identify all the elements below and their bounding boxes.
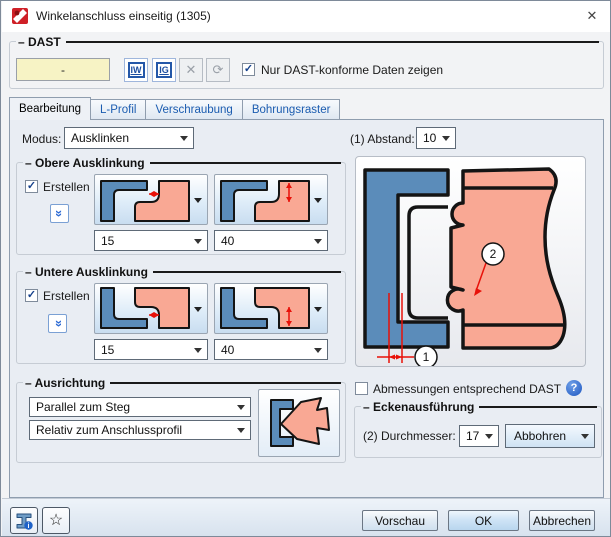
refresh-button[interactable]: ⟳ — [206, 58, 230, 82]
app-icon — [12, 8, 28, 24]
obere-expand-button[interactable]: » — [50, 204, 69, 223]
abbrechen-button[interactable]: Abbrechen — [529, 510, 595, 531]
untere-tiefe-picture-combo[interactable] — [94, 283, 208, 334]
tab-l-profil[interactable]: L-Profil — [91, 99, 147, 120]
abstand-combobox[interactable]: 10 — [416, 127, 456, 149]
notch-depth-diagram-icon — [100, 180, 190, 222]
i-beam-icon: i — [16, 513, 33, 530]
double-chevron-down-icon: » — [51, 209, 67, 218]
check-icon: ✓ — [26, 289, 37, 301]
obere-erstellen-checkbox[interactable]: ✓ — [25, 180, 38, 193]
tab-panel: Modus: Ausklinken (1) Abstand: 10 Obere … — [9, 119, 604, 498]
connection-preview: 1 2 — [355, 156, 586, 369]
notch-depth-diagram-icon — [100, 287, 190, 329]
alignment-diagram-icon — [270, 397, 330, 447]
untere-tiefe-combobox[interactable]: 15 — [94, 339, 208, 360]
star-icon: ☆ — [48, 511, 64, 529]
obere-laenge-picture-combo[interactable] — [214, 174, 328, 225]
notch-length-diagram-icon — [220, 180, 310, 222]
dialog-window: Winkelanschluss einseitig (1305) ✕ DAST … — [0, 0, 611, 537]
check-icon: ✓ — [243, 63, 254, 75]
untere-laenge-combobox[interactable]: 40 — [214, 339, 328, 360]
obere-tiefe-picture-combo[interactable] — [94, 174, 208, 225]
close-button[interactable]: ✕ — [579, 5, 605, 27]
eckenmodus-combobox[interactable]: Abbohren — [505, 424, 595, 448]
abmessungen-dast-label: Abmessungen entsprechend DAST — [373, 382, 562, 396]
close-icon: ✕ — [586, 8, 598, 23]
ig-icon: IG — [156, 62, 172, 78]
tab-bohrungsraster[interactable]: Bohrungsraster — [242, 99, 341, 120]
check-icon: ✓ — [26, 180, 37, 192]
obere-group-title: Obere Ausklinkung — [23, 155, 150, 170]
tab-verschraubung[interactable]: Verschraubung — [146, 99, 243, 120]
untere-expand-button[interactable]: « — [48, 314, 67, 333]
obere-ausklinkung-group: Obere Ausklinkung ✓ Erstellen » — [16, 155, 346, 255]
callout-2: 2 — [490, 247, 497, 261]
ecken-group-title: Eckenausführung — [361, 399, 480, 414]
svg-text:i: i — [28, 523, 30, 530]
dast-conform-checkbox[interactable]: ✓ — [242, 63, 255, 76]
ausrichtung-combobox-2[interactable]: Relativ zum Anschlussprofil — [29, 420, 251, 440]
dast-conform-label: Nur DAST-konforme Daten zeigen — [261, 63, 444, 77]
vorschau-button[interactable]: Vorschau — [362, 510, 438, 531]
durchmesser-combobox[interactable]: 17 — [459, 425, 499, 447]
abstand-label: (1) Abstand: — [350, 132, 415, 146]
eckenausfuehrung-group: Eckenausführung (2) Durchmesser: 17 Abbo… — [354, 399, 602, 458]
double-chevron-up-icon: « — [49, 319, 65, 328]
ausrichtung-preview-button[interactable] — [258, 389, 340, 457]
untere-group-title: Untere Ausklinkung — [23, 264, 153, 279]
tab-bearbeitung[interactable]: Bearbeitung — [9, 97, 92, 120]
ausrichtung-group: Ausrichtung Parallel zum Steg Relativ zu… — [16, 375, 346, 463]
obere-laenge-combobox[interactable]: 40 — [214, 230, 328, 251]
favorites-button[interactable]: ☆ — [42, 507, 70, 534]
ok-button[interactable]: OK — [448, 510, 519, 531]
abmessungen-dast-checkbox[interactable] — [355, 382, 368, 395]
connection-diagram-icon: 1 2 — [363, 167, 567, 369]
callout-1: 1 — [423, 350, 430, 364]
dast-code-field[interactable]: - — [16, 58, 110, 81]
iw-button[interactable]: IW — [124, 58, 148, 82]
modus-combobox[interactable]: Ausklinken — [64, 127, 194, 149]
untere-erstellen-checkbox[interactable]: ✓ — [25, 289, 38, 302]
untere-erstellen-label: Erstellen — [43, 289, 90, 303]
dast-group: DAST - IW IG ✕ ⟳ ✓ Nur DAST-konforme Dat… — [9, 34, 604, 89]
help-icon[interactable]: ? — [566, 380, 582, 396]
ig-button[interactable]: IG — [152, 58, 176, 82]
window-title: Winkelanschluss einseitig (1305) — [36, 9, 211, 23]
tab-bar: Bearbeitung L-Profil Verschraubung Bohru… — [9, 97, 341, 120]
titlebar: Winkelanschluss einseitig (1305) ✕ — [2, 1, 610, 32]
obere-erstellen-label: Erstellen — [43, 180, 90, 194]
ausrichtung-group-title: Ausrichtung — [23, 375, 111, 390]
modus-label: Modus: — [22, 132, 62, 146]
iw-icon: IW — [127, 62, 145, 78]
obere-tiefe-combobox[interactable]: 15 — [94, 230, 208, 251]
notch-length-diagram-icon — [220, 287, 310, 329]
untere-laenge-picture-combo[interactable] — [214, 283, 328, 334]
untere-ausklinkung-group: Untere Ausklinkung ✓ Erstellen « — [16, 264, 346, 364]
profile-info-button[interactable]: i — [10, 507, 38, 534]
refresh-icon: ⟳ — [212, 62, 224, 77]
delete-button[interactable]: ✕ — [179, 58, 203, 82]
dast-group-title: DAST — [16, 34, 66, 49]
durchmesser-label: (2) Durchmesser: — [363, 429, 456, 443]
footer-bar: i ☆ Vorschau OK Abbrechen — [2, 498, 610, 536]
delete-icon: ✕ — [185, 62, 197, 77]
ausrichtung-combobox-1[interactable]: Parallel zum Steg — [29, 397, 251, 417]
